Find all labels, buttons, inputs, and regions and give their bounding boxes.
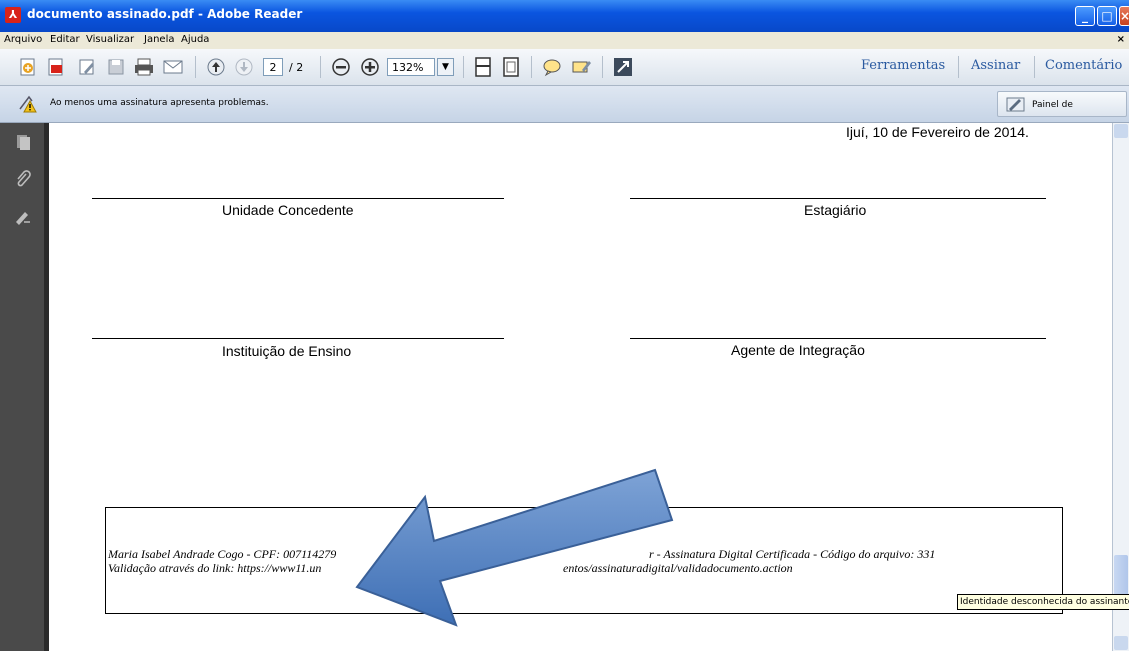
vertical-scrollbar[interactable] [1112,123,1129,651]
signer-identity-tooltip: Identidade desconhecida do assinante [957,594,1129,610]
scroll-down-icon[interactable] [1114,636,1128,650]
scrollbar-thumb[interactable] [1114,555,1128,595]
pointing-arrow-annotation [355,468,674,627]
scroll-up-icon[interactable] [1114,124,1128,138]
